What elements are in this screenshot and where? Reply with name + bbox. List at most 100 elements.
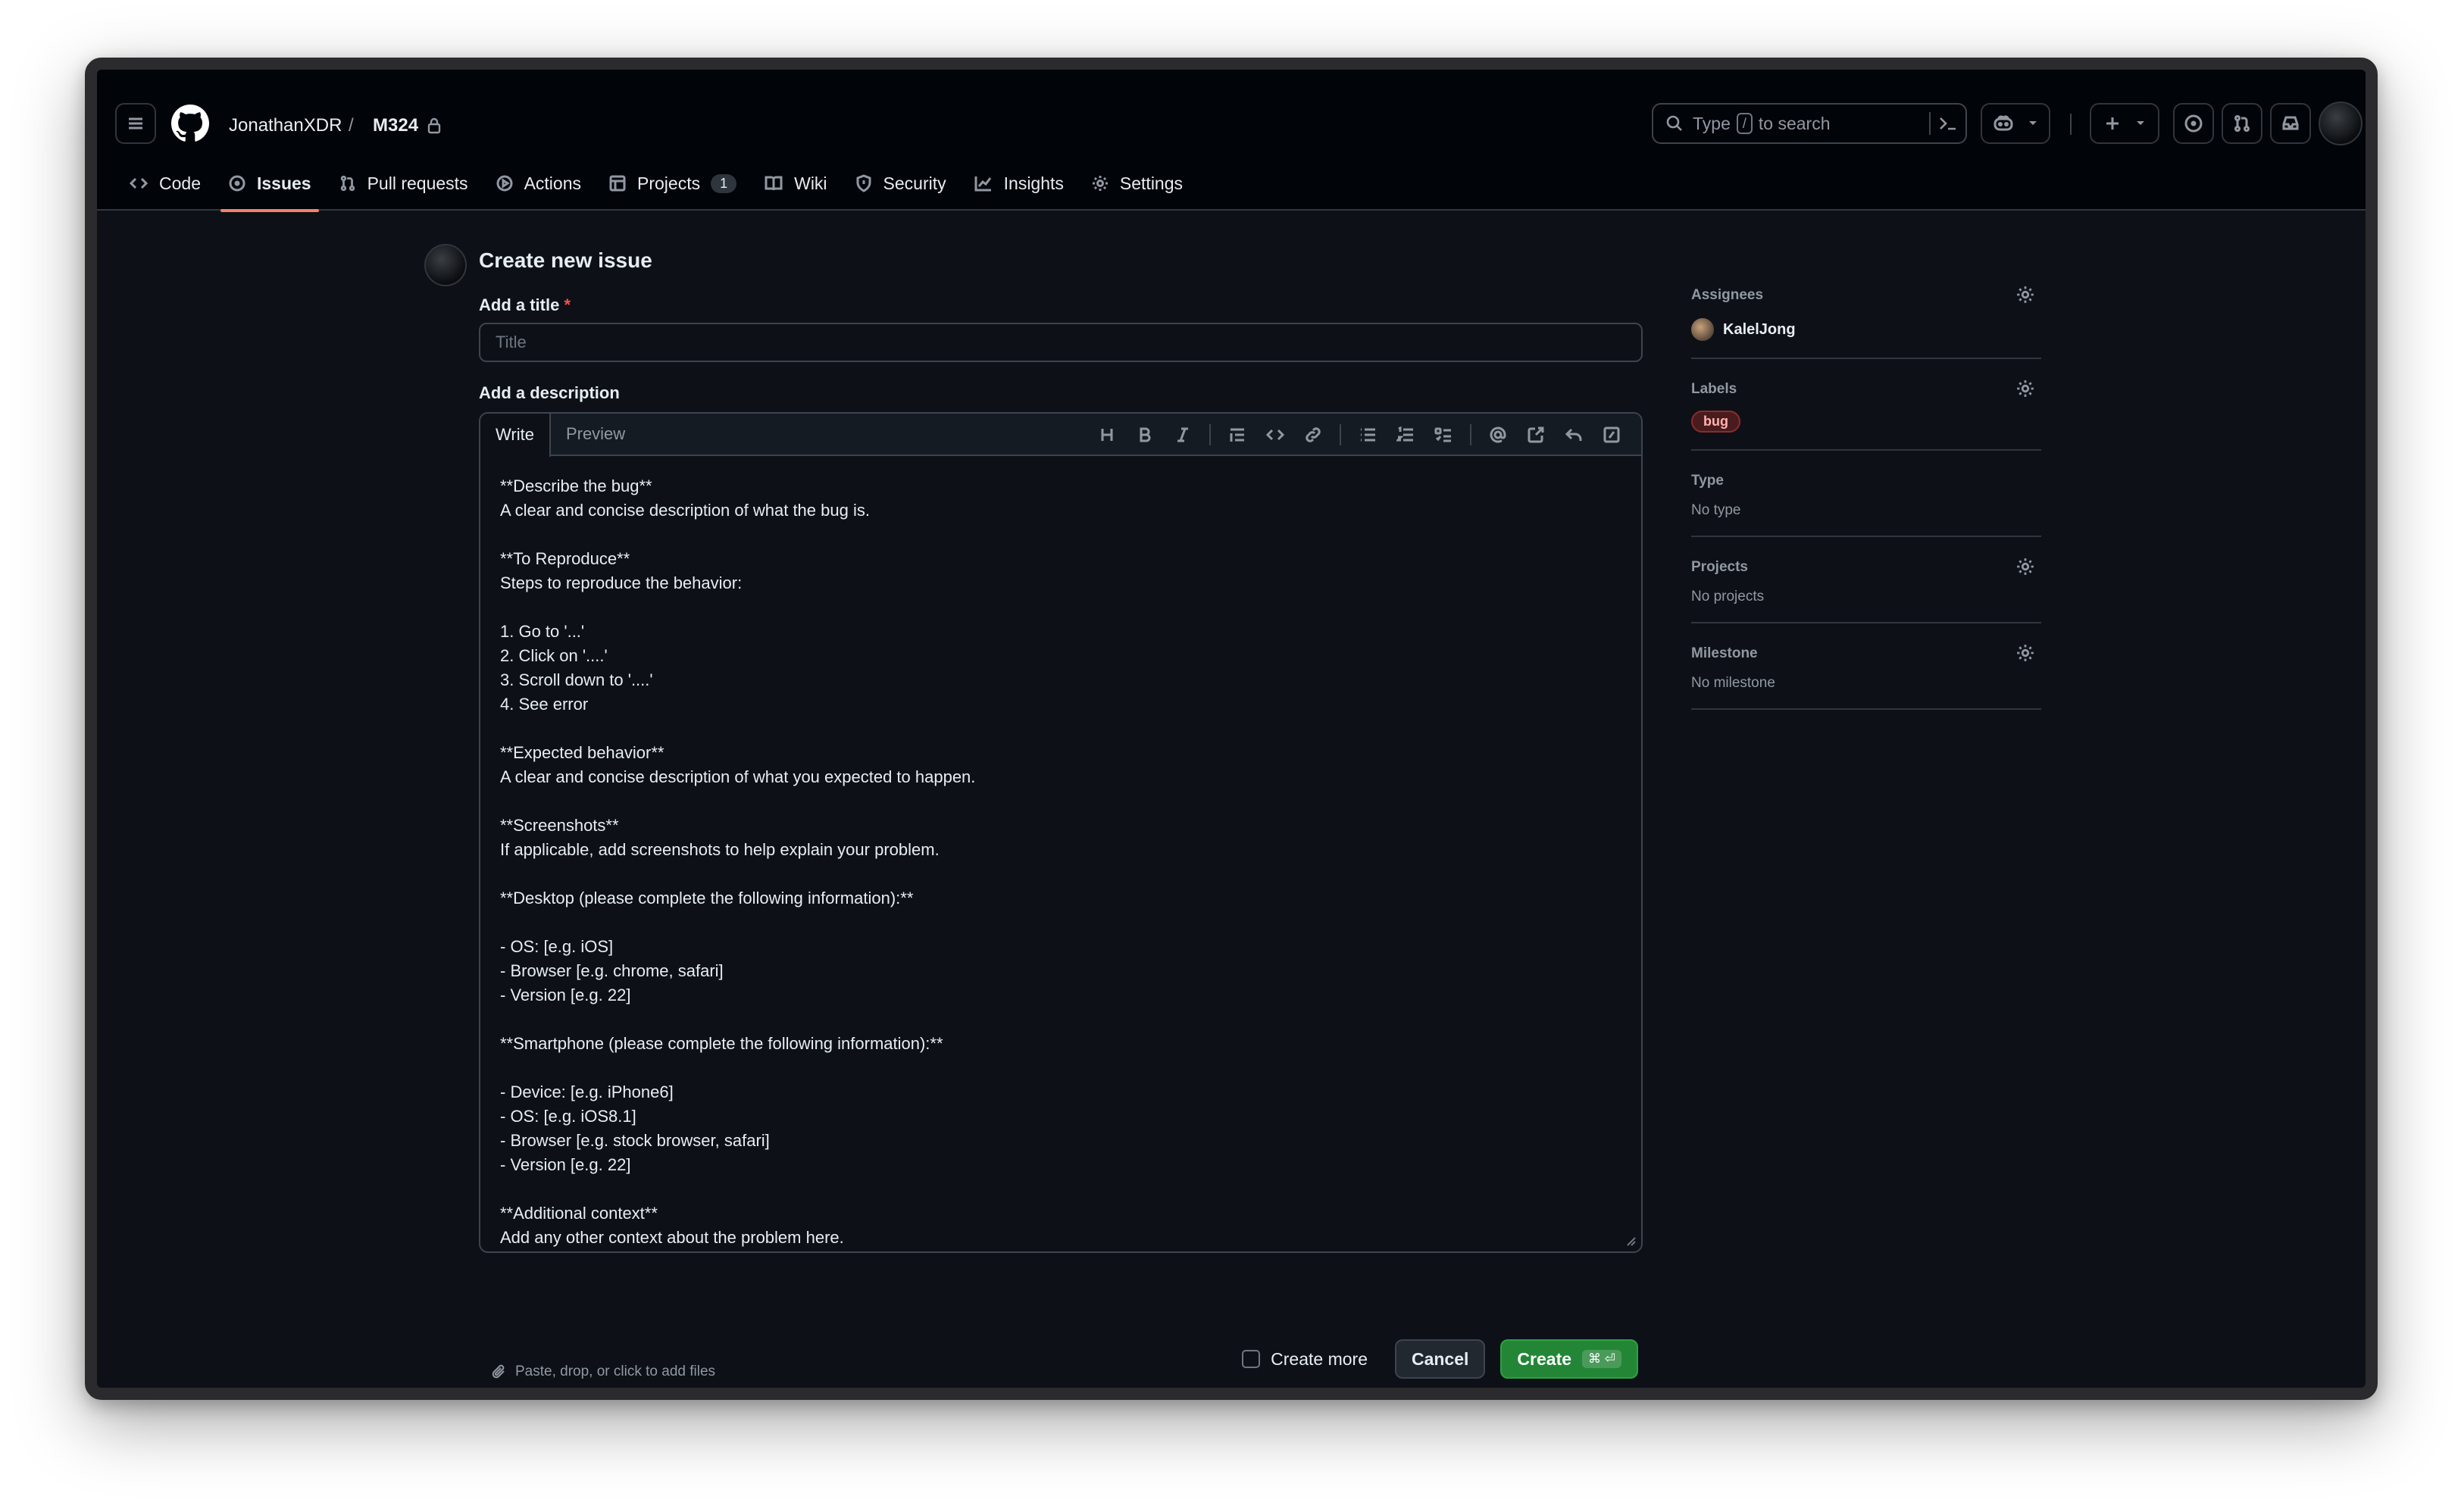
bold-icon — [1140, 427, 1151, 442]
projects-section: Projects No projects — [1691, 557, 2041, 623]
labels-settings-button[interactable] — [2015, 379, 2035, 402]
git-pull-request-icon — [2234, 115, 2250, 132]
tab-issues[interactable]: Issues — [214, 156, 325, 212]
assignee-avatar — [1691, 318, 1714, 341]
list-ordered-icon — [1396, 426, 1413, 442]
breadcrumb-repo[interactable]: M324 — [373, 112, 418, 139]
graph-icon — [974, 177, 991, 192]
quote-button[interactable] — [1218, 414, 1256, 456]
pull-requests-button[interactable] — [2222, 103, 2262, 144]
reply-icon — [1565, 428, 1582, 441]
create-button-label: Create — [1517, 1348, 1572, 1369]
paperclip-icon — [492, 1364, 505, 1379]
tab-settings[interactable]: Settings — [1077, 156, 1196, 211]
attach-files-label: Paste, drop, or click to add files — [515, 1364, 716, 1379]
tab-wiki[interactable]: Wiki — [750, 156, 840, 211]
search-suffix: to search — [1758, 113, 1831, 133]
tab-insights-label: Insights — [1003, 173, 1064, 193]
attach-files-hint[interactable]: Paste, drop, or click to add files — [491, 1364, 715, 1380]
tab-security[interactable]: Security — [841, 156, 960, 211]
breadcrumb-owner[interactable]: JonathanXDR — [229, 112, 342, 139]
repo-nav: Code Issues Pull requests Actions Projec… — [115, 156, 1196, 212]
issue-opened-icon — [229, 175, 245, 192]
milestone-section: Milestone No milestone — [1691, 643, 2041, 710]
create-shortcut-hint: ⌘ ⏎ — [1582, 1350, 1621, 1368]
label-bug[interactable]: bug — [1691, 411, 1740, 433]
heading-icon — [1101, 429, 1113, 441]
slash-command-icon — [1603, 426, 1620, 443]
tab-write[interactable]: Write — [480, 414, 551, 457]
issue-sidebar: Assignees KalelJong Labels bug Type No t… — [1691, 285, 2041, 729]
slash-commands-button[interactable] — [1593, 414, 1631, 456]
labels-section: Labels bug — [1691, 379, 2041, 451]
quote-icon — [1230, 428, 1244, 442]
ordered-list-button[interactable] — [1387, 414, 1424, 456]
inbox-button[interactable] — [2270, 103, 2311, 144]
code-icon — [1266, 429, 1284, 441]
create-button[interactable]: Create ⌘ ⏎ — [1500, 1339, 1638, 1379]
saved-replies-button[interactable] — [1555, 414, 1593, 456]
tab-preview[interactable]: Preview — [551, 414, 640, 455]
assignee-item[interactable]: KalelJong — [1691, 318, 2041, 341]
create-more-option[interactable]: Create more — [1242, 1349, 1368, 1370]
projects-title: Projects — [1691, 559, 1748, 575]
tab-security-label: Security — [883, 173, 946, 193]
title-input[interactable] — [479, 323, 1643, 362]
toolbar-separator — [1209, 424, 1211, 445]
chevron-down-icon — [2137, 121, 2144, 125]
tab-code[interactable]: Code — [115, 156, 214, 211]
unordered-list-button[interactable] — [1349, 414, 1387, 456]
formatting-tools — [1088, 414, 1631, 456]
tasklist-icon — [1434, 427, 1451, 442]
chevron-down-icon — [2029, 121, 2037, 125]
tab-actions[interactable]: Actions — [482, 156, 595, 211]
inbox-icon — [2282, 116, 2299, 130]
resize-handle-icon[interactable] — [1625, 1235, 1637, 1247]
copilot-icon — [1994, 115, 2013, 131]
description-textarea[interactable]: **Describe the bug** A clear and concise… — [480, 456, 1641, 1251]
projects-settings-button[interactable] — [2015, 557, 2035, 580]
toolbar-separator — [1340, 424, 1341, 445]
table-icon — [609, 175, 626, 192]
reference-button[interactable] — [1517, 414, 1555, 456]
code-button[interactable] — [1256, 414, 1294, 456]
milestone-settings-button[interactable] — [2015, 643, 2035, 667]
menu-button[interactable] — [115, 103, 156, 144]
page-title: Create new issue — [479, 248, 652, 272]
hamburger-icon — [129, 117, 142, 130]
heading-button[interactable] — [1088, 414, 1126, 456]
gear-icon — [1092, 176, 1108, 191]
user-avatar[interactable] — [2319, 102, 2362, 145]
mention-button[interactable] — [1479, 414, 1517, 456]
tab-insights[interactable]: Insights — [960, 156, 1077, 211]
github-logo[interactable] — [171, 105, 209, 142]
tab-pull-requests[interactable]: Pull requests — [325, 156, 482, 211]
assignees-title: Assignees — [1691, 287, 1764, 303]
tab-issues-label: Issues — [256, 173, 311, 193]
assignees-settings-button[interactable] — [2015, 285, 2035, 308]
mention-icon — [1490, 426, 1506, 443]
cancel-button[interactable]: Cancel — [1394, 1339, 1486, 1379]
tab-projects-label: Projects — [637, 173, 701, 193]
copilot-button[interactable] — [1981, 103, 2050, 144]
labels-title: Labels — [1691, 381, 1737, 397]
bold-button[interactable] — [1126, 414, 1164, 456]
form-actions: Create more Cancel Create ⌘ ⏎ — [1242, 1339, 1638, 1379]
link-button[interactable] — [1294, 414, 1332, 456]
breadcrumb-separator: / — [349, 115, 354, 136]
tab-code-label: Code — [159, 173, 201, 193]
browser-window: JonathanXDR / M324 Type / to search Code… — [85, 58, 2378, 1400]
task-list-button[interactable] — [1424, 414, 1462, 456]
italic-button[interactable] — [1164, 414, 1202, 456]
tab-settings-label: Settings — [1119, 173, 1184, 193]
italic-icon — [1177, 427, 1188, 442]
issues-button[interactable] — [2173, 103, 2214, 144]
code-icon — [129, 177, 149, 189]
description-label: Add a description — [479, 383, 620, 402]
search-input[interactable]: Type / to search — [1652, 103, 1967, 144]
link-icon — [1306, 427, 1321, 442]
command-palette-icon[interactable] — [1938, 115, 1958, 132]
tab-projects[interactable]: Projects 1 — [595, 156, 750, 211]
create-new-button[interactable] — [2090, 103, 2159, 144]
create-more-checkbox[interactable] — [1242, 1350, 1261, 1368]
